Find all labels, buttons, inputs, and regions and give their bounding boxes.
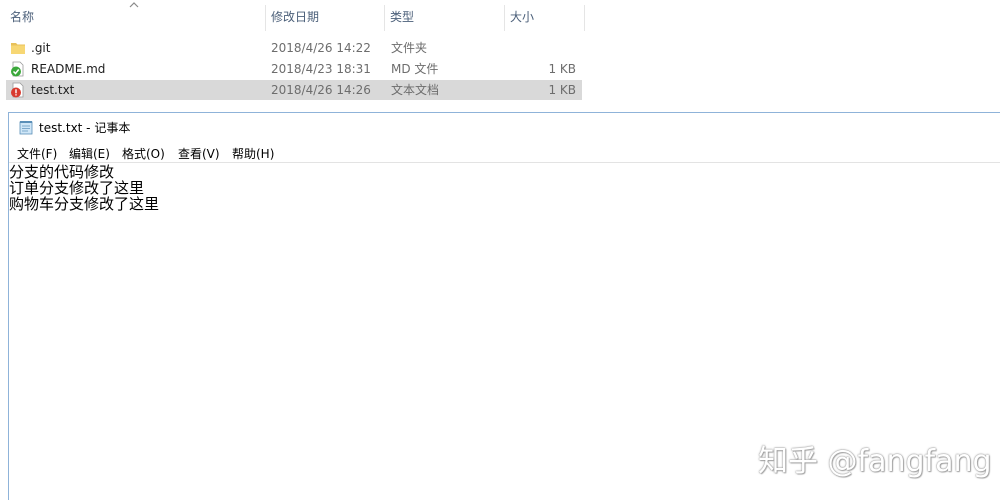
file-name: README.md [31,62,106,76]
watermark-text: 知乎 @fangfang [758,444,992,479]
file-modified-date: 2018/4/26 14:26 [271,83,371,97]
column-header-size[interactable]: 大小 [504,5,584,29]
file-row[interactable]: .git 2018/4/26 14:22 文件夹 [6,38,582,58]
file-type: MD 文件 [391,62,439,76]
file-type: 文本文档 [391,83,440,97]
file-name: .git [31,41,51,55]
editor-line: 订单分支修改了这里 [9,179,145,197]
file-modified-date: 2018/4/26 14:22 [271,41,371,55]
column-header-modified[interactable]: 修改日期 [265,5,385,29]
menu-view[interactable]: 查看(V) [178,145,220,162]
menu-file[interactable]: 文件(F) [17,145,57,162]
folder-icon [11,43,25,54]
column-header-name[interactable]: 名称 [4,5,266,29]
menu-help[interactable]: 帮助(H) [232,145,274,162]
file-row[interactable]: test.txt 2018/4/26 14:26 文本文档 1 KB [6,80,582,100]
file-name: test.txt [31,83,75,97]
menu-format[interactable]: 格式(O) [122,145,165,162]
editor-line: 分支的代码修改 [9,163,115,181]
notepad-icon [19,121,33,135]
window-titlebar[interactable]: test.txt - 记事本 [9,113,1000,141]
column-header-type[interactable]: 类型 [384,5,504,29]
file-explorer: 名称 修改日期 类型 大小 .git 2018/4/26 14:22 文件夹 R… [0,0,1000,108]
file-row[interactable]: README.md 2018/4/23 18:31 MD 文件 1 KB [6,59,582,79]
file-size: 1 KB [548,62,576,76]
window-title: test.txt - 记事本 [39,121,131,135]
column-divider[interactable] [584,5,585,31]
menu-bar: 文件(F) 编辑(E) 格式(O) 查看(V) 帮助(H) [9,143,1000,163]
editor-line: 购物车分支修改了这里 [9,195,160,213]
git-conflict-file-icon [11,82,24,98]
git-clean-file-icon [11,61,24,77]
menu-edit[interactable]: 编辑(E) [69,145,110,162]
file-modified-date: 2018/4/23 18:31 [271,62,371,76]
file-size: 1 KB [548,83,576,97]
file-type: 文件夹 [391,41,428,55]
